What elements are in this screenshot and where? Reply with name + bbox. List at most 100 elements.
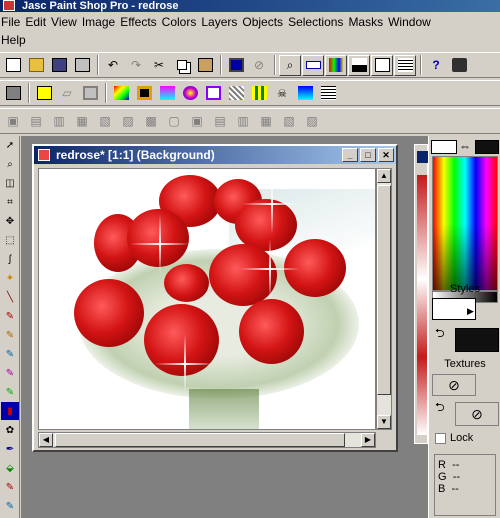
trash-icon[interactable]: ▤ [25,111,47,132]
save-icon[interactable] [48,55,70,76]
lock-checkbox[interactable] [435,432,446,444]
swap-colors-icon[interactable]: ⇔ [459,139,471,153]
gray-shape-icon[interactable]: ▱ [56,83,78,104]
object-tool-1-icon[interactable]: ▣ [2,111,24,132]
object-tool-6-icon[interactable]: ▨ [117,111,139,132]
help-icon[interactable]: ? [425,55,447,76]
maximize-button[interactable]: □ [360,148,376,162]
redo-icon[interactable]: ↷ [125,55,147,76]
layer-palette-icon[interactable] [371,54,393,76]
open-folder-icon[interactable] [25,55,47,76]
copy-icon[interactable] [171,55,193,76]
object-tool-14-icon[interactable]: ▨ [301,111,323,132]
image-window-titlebar[interactable]: redrose* [1:1] (Background) _ □ ✕ [34,146,396,164]
vertical-scroll-thumb[interactable] [377,185,391,395]
selection-tool-icon[interactable]: ⬚ [1,231,19,249]
swap-styles-icon[interactable]: ⮌ [435,324,445,345]
background-color-swatch[interactable] [475,140,499,154]
object-tool-7-icon[interactable]: ▩ [140,111,162,132]
menu-image[interactable]: Image [82,14,120,32]
menu-help[interactable]: Help [0,32,31,50]
multicolor-icon[interactable] [110,83,132,104]
flood-fill-icon[interactable]: ⬙ [1,459,19,477]
gray-frame-icon[interactable] [79,83,101,104]
image-window-icon[interactable] [38,149,50,161]
skull-icon[interactable]: ☠ [271,83,293,104]
pattern-icon[interactable] [156,83,178,104]
object-tool-13-icon[interactable]: ▧ [278,111,300,132]
close-button[interactable]: ✕ [378,148,394,162]
swirl-icon[interactable] [179,83,201,104]
cut-icon[interactable]: ✂ [148,55,170,76]
horizontal-scroll-thumb[interactable] [55,433,345,447]
magic-wand-icon[interactable]: ✦ [1,269,19,287]
lines-icon[interactable] [317,83,339,104]
horizontal-scrollbar[interactable]: ◀ ▶ [38,432,376,448]
image-canvas[interactable] [38,168,376,430]
menu-masks[interactable]: Masks [348,14,388,32]
airbrush-icon[interactable]: ✒ [1,440,19,458]
object-tool-11-icon[interactable]: ▥ [232,111,254,132]
scroll-down-button[interactable]: ▼ [377,415,391,429]
mosaic-icon[interactable] [248,83,270,104]
object-tool-4-icon[interactable]: ▦ [71,111,93,132]
menu-view[interactable]: View [51,14,82,32]
paste-icon[interactable] [194,55,216,76]
style-dropdown-icon[interactable]: ▶ [467,306,474,317]
picture-tube-icon[interactable]: ✿ [1,421,19,439]
swap-textures-icon[interactable]: ⮌ [435,398,445,419]
foreground-color-swatch[interactable] [431,140,457,154]
menu-layers[interactable]: Layers [201,14,242,32]
undo-icon[interactable]: ↶ [102,55,124,76]
freehand-tool-icon[interactable]: ʃ [1,250,19,268]
scroll-left-button[interactable]: ◀ [39,433,53,447]
text-tool-icon[interactable]: ✎ [1,478,19,496]
dropper-icon[interactable]: ╲ [1,288,19,306]
print-icon[interactable] [71,55,93,76]
frame-icon[interactable] [133,83,155,104]
clone-brush-icon[interactable]: ✎ [1,326,19,344]
background-texture-swatch[interactable]: ⊘ [455,402,499,426]
grid-icon[interactable] [225,83,247,104]
zoom-icon[interactable]: ⌕ [279,54,301,76]
zoom-tool-icon[interactable]: ⌕ [1,155,19,173]
menu-effects[interactable]: Effects [120,14,161,32]
vertical-scrollbar[interactable]: ▲ ▼ [376,168,392,430]
foreground-texture-swatch[interactable]: ⊘ [432,374,476,396]
toolbar-toggle-icon[interactable] [302,54,324,76]
move-tool-icon[interactable]: ✥ [1,212,19,230]
eraser-icon[interactable]: ▮ [1,402,19,420]
object-tool-10-icon[interactable]: ▤ [209,111,231,132]
background-style-swatch[interactable] [455,328,499,352]
yellow-square-icon[interactable] [33,83,55,104]
retouch-icon[interactable]: ✎ [1,364,19,382]
scroll-right-button[interactable]: ▶ [361,433,375,447]
monitor-icon[interactable] [225,55,247,76]
effects-browser-icon[interactable] [2,83,24,104]
color-replacer-icon[interactable]: ✎ [1,345,19,363]
object-tool-9-icon[interactable]: ▣ [186,111,208,132]
preset-shapes-icon[interactable]: ✎ [1,497,19,515]
object-tool-3-icon[interactable]: ▥ [48,111,70,132]
app-icon[interactable] [3,0,15,11]
menu-edit[interactable]: Edit [25,14,51,32]
histogram-icon[interactable] [348,54,370,76]
blue-gradient-icon[interactable] [294,83,316,104]
camera-icon[interactable] [448,55,470,76]
purple-frame-icon[interactable] [202,83,224,104]
menu-objects[interactable]: Objects [242,14,288,32]
object-tool-5-icon[interactable]: ▧ [94,111,116,132]
menu-file[interactable]: File [0,14,25,32]
object-tool-8-icon[interactable]: ▢ [163,111,185,132]
minimize-button[interactable]: _ [342,148,358,162]
paintbrush-icon[interactable]: ✎ [1,307,19,325]
menu-selections[interactable]: Selections [288,14,348,32]
arrow-tool-icon[interactable]: ➚ [1,136,19,154]
object-tool-12-icon[interactable]: ▦ [255,111,277,132]
color-picker-spectrum[interactable] [432,156,498,291]
color-palette-icon[interactable] [325,54,347,76]
no-entry-icon[interactable]: ⊘ [248,55,270,76]
menu-window[interactable]: Window [388,14,436,32]
scratch-remover-icon[interactable]: ✎ [1,383,19,401]
overview-icon[interactable] [394,54,416,76]
